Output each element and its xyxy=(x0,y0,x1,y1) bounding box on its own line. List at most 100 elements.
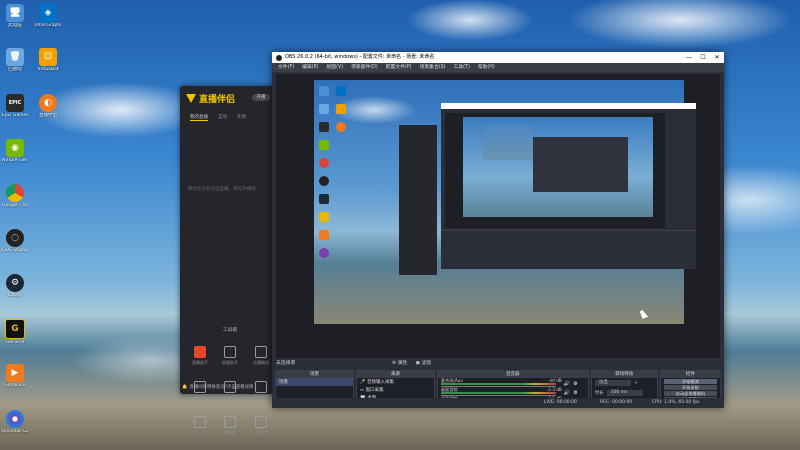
desktop-icon-recycle-bin[interactable]: 🗑 回收站 xyxy=(2,48,28,72)
mirror-live-icon xyxy=(336,122,346,132)
desktop-icon-bot[interactable]: ☺ VirtuaBot xyxy=(35,48,61,72)
tab-gifts[interactable]: 礼物 xyxy=(237,114,246,121)
source-toolbar: 未选择源 ⚙ 属性 ▣ 滤镜 xyxy=(272,359,724,369)
volume-meter xyxy=(440,392,556,394)
volume-meter xyxy=(440,383,556,385)
start-virtual-camera-button[interactable]: 启动虚拟摄像机 xyxy=(663,390,718,397)
source-item[interactable]: 🎤 音频输入采集 xyxy=(357,378,434,386)
fans-icon xyxy=(194,416,206,428)
tool-room-admin[interactable]: 房管助手 xyxy=(215,346,245,366)
app-title: 直播伴侣 xyxy=(186,92,235,105)
steam-icon: ⚙ xyxy=(6,274,24,292)
app-tabs: 我的直播 互动 礼物 xyxy=(190,114,246,121)
obs-window-title: OBS 26.0.2 (64-bit, windows) - 配置文件: 未命名… xyxy=(285,54,435,60)
mirror-obs-window xyxy=(441,103,696,269)
duration-input[interactable]: 300 ms xyxy=(606,390,643,396)
obs-menubar: 文件(F) 编辑(E) 视图(V) 停靠部件(D) 配置文件(P) 场景集合(S… xyxy=(272,63,724,72)
empty-state-text: 暂时还没有开启直播，请先开播吧 xyxy=(188,187,256,192)
intel-icon: ◈ xyxy=(39,4,57,22)
filters-button[interactable]: ▣ 滤镜 xyxy=(415,359,431,369)
mirror-computer-icon xyxy=(319,86,329,96)
upload-icon xyxy=(224,416,236,428)
chrome-icon xyxy=(6,184,24,202)
obs-logo-icon xyxy=(276,54,282,61)
mixer-channel[interactable]: 桌面音频 -2.3 dB 🔊 ⚙ xyxy=(438,387,588,396)
mirror-app-icon xyxy=(319,248,329,258)
properties-button[interactable]: ⚙ 属性 xyxy=(392,359,407,369)
desktop-icon-obs[interactable]: ◌ OBS Studio xyxy=(2,229,28,253)
desktop-icon-app[interactable]: Uninstall Games xyxy=(2,410,28,434)
bell-icon: 🔔 xyxy=(182,385,188,390)
desktop-icon-steam[interactable]: ⚙ Steam xyxy=(2,274,28,298)
obs-window: OBS 26.0.2 (64-bit, windows) - 配置文件: 未命名… xyxy=(272,52,724,409)
mirror-epic-icon xyxy=(319,122,329,132)
menu-view[interactable]: 视图(V) xyxy=(326,63,343,72)
g-app-icon: G xyxy=(5,319,25,339)
maximize-button[interactable]: ☐ xyxy=(696,52,710,63)
menu-help[interactable]: 帮助(H) xyxy=(478,63,495,72)
user-icon xyxy=(224,346,236,358)
mirror-bot-icon xyxy=(336,104,346,114)
mirror-steam-icon xyxy=(319,194,329,204)
start-streaming-button[interactable]: 开始推流 xyxy=(663,378,718,385)
desktop-icon-chrome[interactable]: Google Chrome xyxy=(2,184,28,208)
window-controls: — ☐ ✕ xyxy=(682,52,724,63)
tool-live-helper[interactable]: 直播助手 xyxy=(185,346,215,366)
task-icon xyxy=(255,416,267,428)
minimize-button[interactable]: — xyxy=(682,52,696,63)
tab-my-live[interactable]: 我的直播 xyxy=(190,114,208,121)
start-live-button[interactable]: 开播 xyxy=(252,94,270,101)
mirror-chrome-icon xyxy=(319,158,329,168)
transition-select[interactable]: 淡出 xyxy=(594,380,631,386)
menu-file[interactable]: 文件(F) xyxy=(278,63,294,72)
mirror-live-assistant xyxy=(399,125,437,275)
game-app-icon: ▶ xyxy=(6,364,24,382)
live-assistant-icon: ◐ xyxy=(39,94,57,112)
tool-fans[interactable]: 粉丝团 xyxy=(185,416,215,436)
mirror-g-icon xyxy=(319,212,329,222)
menu-scene-collection[interactable]: 场景集合(S) xyxy=(420,63,446,72)
menu-tools[interactable]: 工具(T) xyxy=(454,63,470,72)
live-assistant-window: 直播伴侣 开播 我的直播 互动 礼物 暂时还没有开启直播，请先开播吧 工具箱 直… xyxy=(180,86,280,435)
menu-profile[interactable]: 配置文件(P) xyxy=(386,63,412,72)
mirror-recycle-icon xyxy=(319,104,329,114)
live-status: LIVE: 00:00:00 xyxy=(544,400,577,405)
desktop-icon-g-app[interactable]: G GeForce xyxy=(2,319,28,345)
app-notice[interactable]: 🔔 直播间有特殊变动?点击查看详情 xyxy=(182,384,253,390)
app-icon xyxy=(6,410,24,428)
desktop-icon-intel[interactable]: ◈ Intel Graphics Command xyxy=(35,4,61,28)
obs-statusbar: LIVE: 00:00:00 REC: 00:00:00 CPU: 1.0%, … xyxy=(272,398,724,408)
desktop-icon-nvidia[interactable]: ◉ NVIDIA GeForce Experience xyxy=(2,139,28,163)
menu-docks[interactable]: 停靠部件(D) xyxy=(351,63,378,72)
obs-preview[interactable] xyxy=(276,74,720,358)
add-transition-button[interactable]: ＋ xyxy=(634,380,639,386)
mirror-nvidia-icon xyxy=(319,140,329,150)
star-icon xyxy=(255,346,267,358)
desktop-icon-computer[interactable]: 🖥 此电脑 xyxy=(2,4,28,28)
preview-desktop-capture xyxy=(314,80,696,324)
recycle-bin-icon: 🗑 xyxy=(6,48,24,66)
obs-icon: ◌ xyxy=(6,229,24,247)
computer-icon: 🖥 xyxy=(6,4,24,22)
rec-status: REC: 00:00:00 xyxy=(600,400,633,405)
mirror-intel-icon xyxy=(336,86,346,96)
close-button[interactable]: ✕ xyxy=(710,52,724,63)
nvidia-icon: ◉ xyxy=(6,139,24,157)
tool-danmaku[interactable]: 弹幕姬 xyxy=(215,416,245,436)
bot-icon: ☺ xyxy=(39,48,57,66)
scene-item[interactable]: 场景 xyxy=(276,378,353,386)
menu-edit[interactable]: 编辑(E) xyxy=(302,63,318,72)
mirror-game-icon xyxy=(319,230,329,240)
obs-titlebar[interactable]: OBS 26.0.2 (64-bit, windows) - 配置文件: 未命名… xyxy=(272,52,724,63)
tab-interact[interactable]: 互动 xyxy=(218,114,227,121)
desktop-icon-live-assistant[interactable]: ◐ 直播伴侣 xyxy=(35,94,61,118)
desktop-icon-epic[interactable]: EPIC Epic Games Launcher xyxy=(2,94,28,118)
selected-source-label: 未选择源 xyxy=(276,361,296,366)
cpu-status: CPU: 1.0%, 60.00 fps xyxy=(652,400,700,405)
start-recording-button[interactable]: 开始录制 xyxy=(663,384,718,391)
desktop-icon-game-app[interactable]: ▶ GPUscore xyxy=(2,364,28,388)
tool-tasks[interactable]: 主播任务 xyxy=(246,416,276,436)
toolbox-title: 工具箱 xyxy=(222,328,238,333)
source-item[interactable]: ▭ 窗口采集 xyxy=(357,386,434,394)
mixer-channel[interactable]: 麦克风/Aux -inf dB 🔊 ⚙ xyxy=(438,378,588,387)
